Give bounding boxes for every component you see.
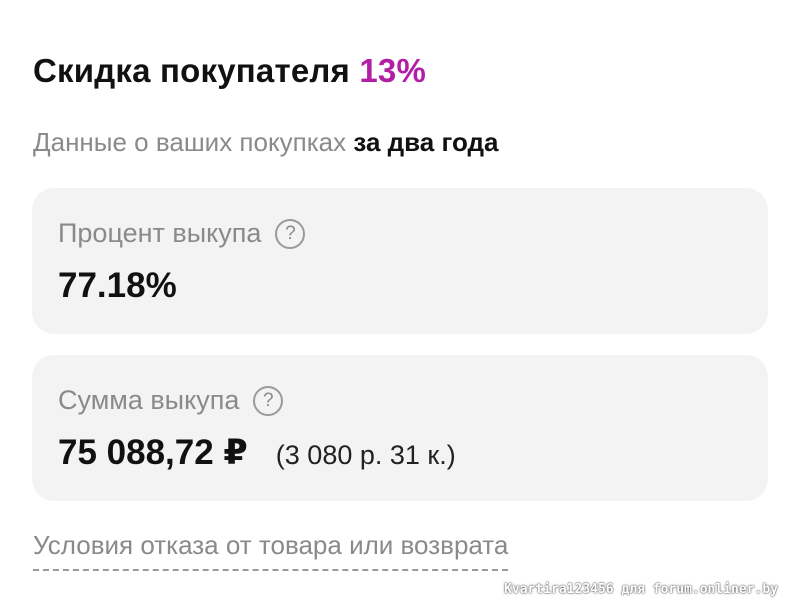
watermark: Kvartira123456 для forum.onliner.by [504, 582, 778, 597]
redemption-sum-card: Сумма выкупа ? 75 088,72 ₽ (3 080 р. 31 … [32, 355, 768, 501]
discount-screen: Скидка покупателя 13% Данные о ваших пок… [0, 0, 800, 609]
page-title-text: Скидка покупателя [33, 52, 350, 89]
redemption-percent-card: Процент выкупа ? 77.18% [32, 188, 768, 334]
redemption-sum-value: 75 088,72 ₽ [58, 433, 248, 472]
help-icon[interactable]: ? [253, 385, 284, 416]
discount-percent: 13% [359, 52, 427, 89]
return-conditions-link[interactable]: Условия отказа от товара или возврата [33, 530, 509, 571]
redemption-sum-byn: (3 080 р. 31 к.) [275, 440, 456, 470]
card-label-row: Процент выкупа ? [58, 218, 306, 249]
redemption-percent-value: 77.18% [58, 266, 177, 305]
card-value-row: 75 088,72 ₽ (3 080 р. 31 к.) [58, 433, 456, 473]
redemption-percent-label: Процент выкупа [58, 218, 262, 248]
help-icon[interactable]: ? [275, 218, 306, 249]
page-title: Скидка покупателя 13% [33, 52, 426, 90]
subtitle-text: Данные о ваших покупках [33, 127, 347, 157]
subtitle-period: за два года [353, 127, 499, 157]
purchase-data-subtitle: Данные о ваших покупках за два года [33, 127, 498, 158]
redemption-sum-label: Сумма выкупа [58, 385, 240, 415]
card-label-row: Сумма выкупа ? [58, 385, 284, 416]
card-value-row: 77.18% [58, 266, 177, 306]
